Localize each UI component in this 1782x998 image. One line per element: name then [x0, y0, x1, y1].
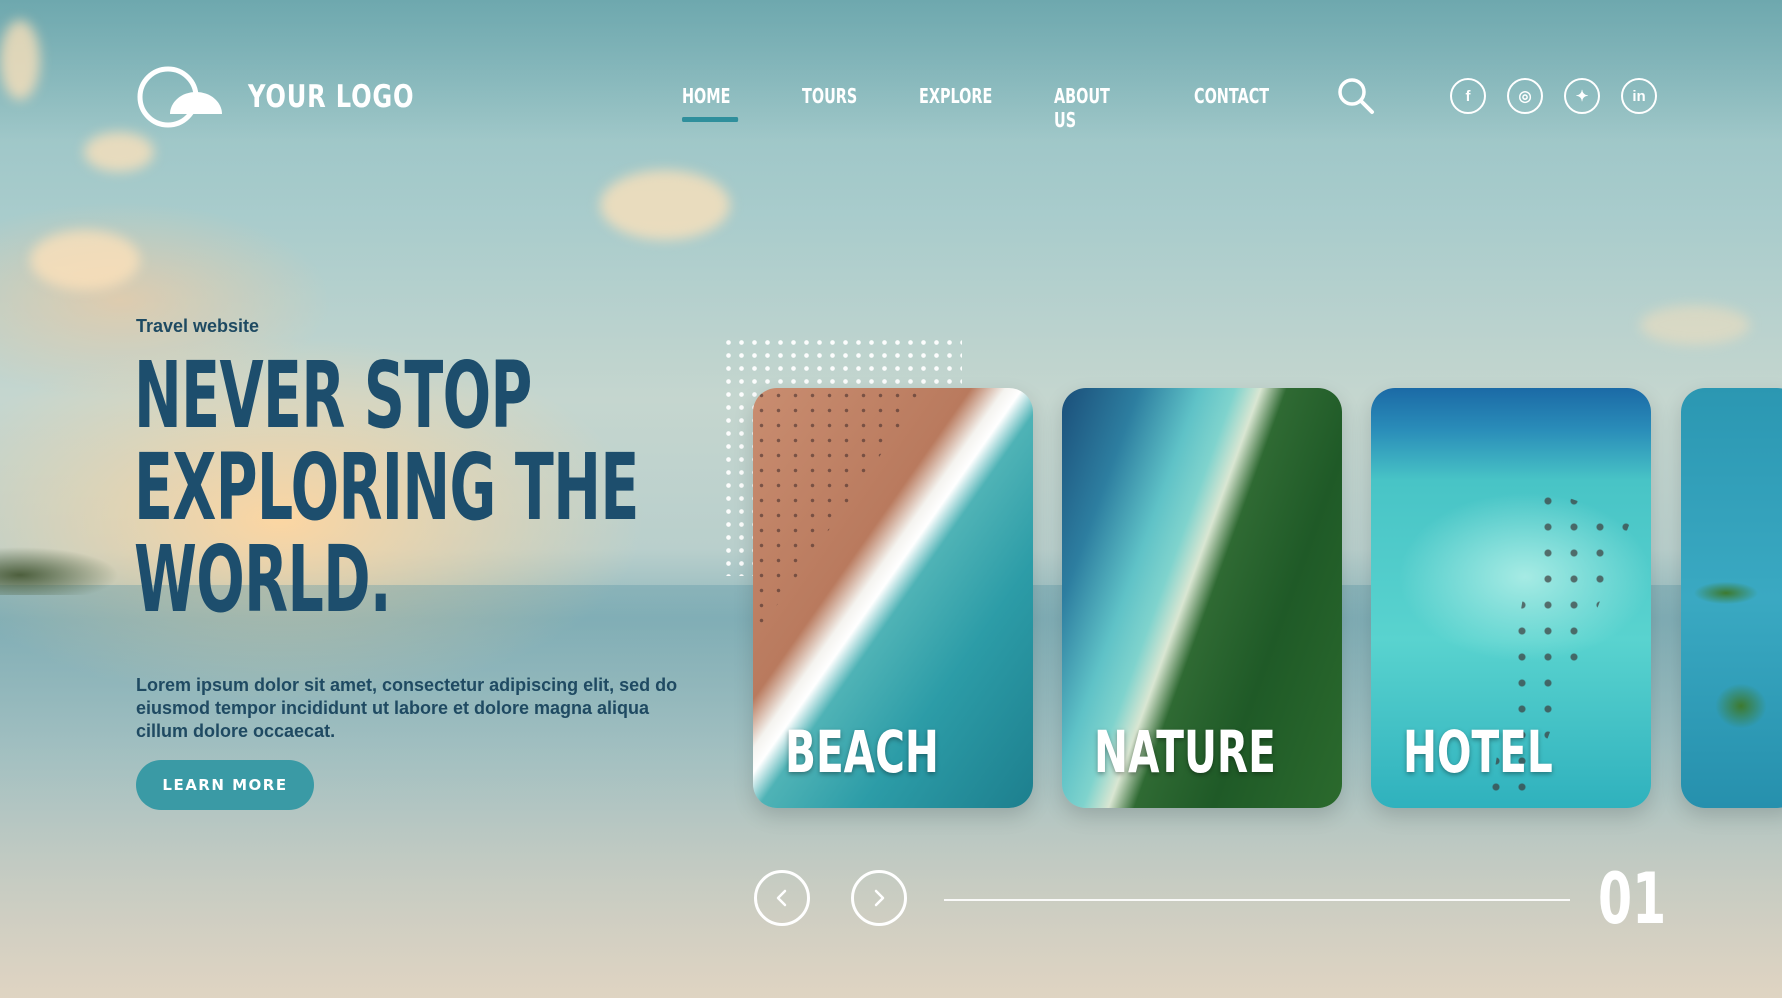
card-hotel[interactable]: HOTEL	[1371, 388, 1651, 808]
island-silhouette	[0, 525, 150, 595]
prev-button[interactable]	[754, 870, 810, 926]
facebook-icon[interactable]: f	[1450, 78, 1486, 114]
twitter-icon[interactable]: ✦	[1564, 78, 1600, 114]
nav-home[interactable]: HOME	[682, 84, 739, 122]
logo-text: YOUR LOGO	[248, 79, 415, 115]
cloud	[30, 230, 140, 290]
instagram-icon[interactable]: ◎	[1507, 78, 1543, 114]
card-next-partial[interactable]	[1681, 388, 1782, 808]
logo-cloud-icon	[137, 66, 222, 128]
card-beach[interactable]: BEACH	[753, 388, 1033, 808]
hero-headline: NEVER STOP EXPLORING THE WORLD.	[134, 350, 639, 626]
card-nature[interactable]: NATURE	[1062, 388, 1342, 808]
linkedin-icon[interactable]: in	[1621, 78, 1657, 114]
search-button[interactable]	[1336, 76, 1376, 116]
next-button[interactable]	[851, 870, 907, 926]
cloud	[600, 170, 730, 240]
nav-about-us[interactable]: ABOUT US	[1054, 84, 1110, 132]
main-nav: HOME TOURS EXPLORE ABOUT US CONTACT	[682, 84, 1269, 132]
headline-line: NEVER STOP	[134, 342, 532, 449]
card-label: NATURE	[1094, 718, 1276, 786]
nav-tours[interactable]: TOURS	[802, 84, 857, 108]
card-label: HOTEL	[1403, 718, 1553, 786]
slide-counter: 01	[1598, 858, 1667, 940]
social-links: f ◎ ✦ in	[1450, 78, 1657, 114]
cloud	[0, 20, 40, 100]
carousel-progress-line	[944, 899, 1570, 901]
nav-contact[interactable]: CONTACT	[1194, 84, 1269, 108]
chevron-right-icon	[874, 889, 885, 907]
chevron-left-icon	[776, 889, 787, 907]
cloud	[1640, 305, 1750, 345]
cloud	[84, 132, 154, 172]
hero-description: Lorem ipsum dolor sit amet, consectetur …	[136, 675, 678, 741]
headline-line: WORLD.	[134, 526, 392, 633]
headline-line: EXPLORING THE	[134, 434, 639, 541]
card-label: BEACH	[785, 718, 939, 786]
search-icon	[1338, 78, 1374, 114]
logo[interactable]: YOUR LOGO	[136, 62, 461, 132]
learn-more-button[interactable]: LEARN MORE	[136, 760, 314, 810]
nav-explore[interactable]: EXPLORE	[919, 84, 992, 108]
tagline: Travel website	[136, 316, 260, 336]
